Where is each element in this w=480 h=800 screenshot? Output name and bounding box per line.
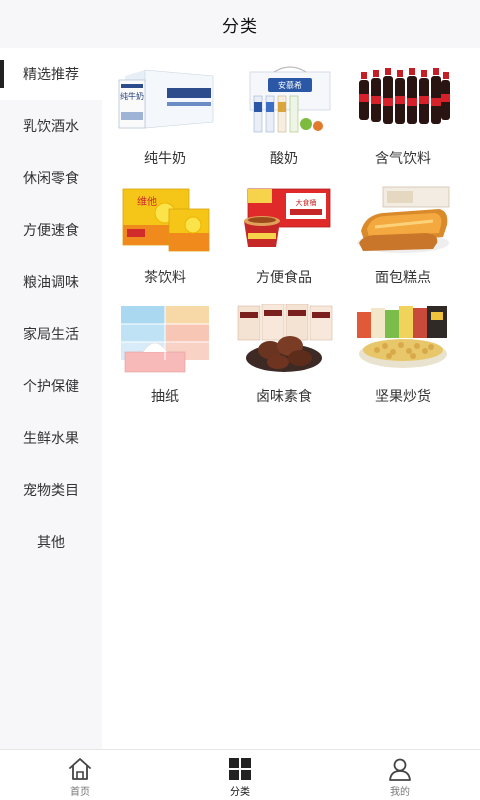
- category-label: 方便食品: [256, 270, 312, 286]
- tab-category[interactable]: 分类: [160, 750, 320, 800]
- braised-snack-image: [237, 304, 333, 372]
- sidebar-item-label: 粮油调味: [23, 275, 79, 291]
- sidebar-item-snacks[interactable]: 休闲零食: [0, 152, 102, 204]
- tab-label: 分类: [230, 787, 250, 798]
- sidebar-item-label: 休闲零食: [23, 171, 79, 187]
- category-tile-tissue[interactable]: 抽纸: [106, 304, 224, 411]
- category-label: 坚果炒货: [375, 389, 431, 405]
- sidebar-item-label: 精选推荐: [23, 67, 79, 83]
- home-icon: [69, 758, 91, 780]
- category-tile-yogurt[interactable]: 安慕希 酸奶: [225, 66, 343, 173]
- tissue-packs-image: [121, 306, 209, 373]
- sidebar-item-featured[interactable]: 精选推荐: [0, 48, 102, 100]
- category-tile-nuts[interactable]: 坚果炒货: [344, 304, 462, 411]
- category-tile-bakery[interactable]: 面包糕点: [344, 185, 462, 292]
- sidebar-item-label: 个护保健: [23, 379, 79, 395]
- top-bar: 分类: [0, 0, 480, 48]
- sidebar-item-label: 方便速食: [23, 223, 79, 239]
- sidebar-item-personal-care[interactable]: 个护保健: [0, 360, 102, 412]
- category-grid-icon: [229, 758, 251, 780]
- tab-mine[interactable]: 我的: [320, 750, 480, 800]
- category-tile-braised[interactable]: 卤味素食: [225, 304, 343, 411]
- milk-box-image: 纯牛奶: [118, 69, 214, 129]
- sidebar-item-fresh-fruit[interactable]: 生鲜水果: [0, 412, 102, 464]
- bottom-tab-bar: 首页 分类 我的: [0, 749, 480, 800]
- sidebar-item-dairy-drinks[interactable]: 乳饮酒水: [0, 100, 102, 152]
- tab-label: 首页: [70, 787, 90, 798]
- category-label: 面包糕点: [375, 270, 431, 286]
- category-label: 抽纸: [151, 389, 179, 405]
- milk-pack-text: 纯牛奶: [120, 91, 144, 101]
- sidebar-item-grain-oil[interactable]: 粮油调味: [0, 256, 102, 308]
- tea-pack-text: 维他: [137, 195, 157, 208]
- product-category-grid: 纯牛奶 纯牛奶 安慕希 酸奶 含气饮料 维他 茶饮料 大食桶 方便食品 面包糕点…: [102, 48, 480, 411]
- noodle-pack-text: 大食桶: [296, 198, 317, 207]
- yogurt-gift-box-image: 安慕希: [249, 66, 331, 133]
- category-tile-tea[interactable]: 维他 茶饮料: [106, 185, 224, 292]
- sidebar-item-label: 乳饮酒水: [23, 119, 79, 135]
- sidebar-item-label: 生鲜水果: [23, 431, 79, 447]
- sidebar-item-label: 家局生活: [23, 327, 79, 343]
- category-label: 茶饮料: [144, 270, 186, 286]
- sidebar-item-pet[interactable]: 宠物类目: [0, 464, 102, 516]
- category-label: 含气饮料: [375, 151, 431, 167]
- user-icon: [389, 758, 411, 781]
- tab-label: 我的: [390, 787, 410, 798]
- category-tile-instant[interactable]: 大食桶 方便食品: [225, 185, 343, 292]
- category-label: 酸奶: [270, 151, 298, 167]
- sidebar-item-label: 其他: [37, 535, 65, 551]
- page-title: 分类: [222, 16, 258, 37]
- category-sidebar: 精选推荐 乳饮酒水 休闲零食 方便速食 粮油调味 家局生活 个护保健 生鲜水果 …: [0, 48, 102, 749]
- nuts-snack-image: [357, 306, 447, 368]
- category-content: 纯牛奶 纯牛奶 安慕希 酸奶 含气饮料 维他 茶饮料 大食桶 方便食品 面包糕点…: [102, 48, 480, 749]
- category-tile-soda[interactable]: 含气饮料: [344, 66, 462, 173]
- sidebar-item-label: 宠物类目: [23, 483, 79, 499]
- sidebar-item-home-living[interactable]: 家局生活: [0, 308, 102, 360]
- toast-bread-image: [357, 186, 450, 253]
- category-label: 纯牛奶: [144, 151, 186, 167]
- sidebar-item-other[interactable]: 其他: [0, 516, 102, 568]
- category-tile-milk[interactable]: 纯牛奶 纯牛奶: [106, 66, 224, 173]
- cola-bottles-image: [359, 68, 450, 124]
- instant-noodle-box-image: 大食桶: [244, 188, 331, 247]
- lemon-tea-box-image: 维他: [122, 188, 210, 252]
- yogurt-pack-text: 安慕希: [278, 80, 302, 90]
- sidebar-item-instant-food[interactable]: 方便速食: [0, 204, 102, 256]
- category-label: 卤味素食: [256, 389, 312, 405]
- tab-home[interactable]: 首页: [0, 750, 160, 800]
